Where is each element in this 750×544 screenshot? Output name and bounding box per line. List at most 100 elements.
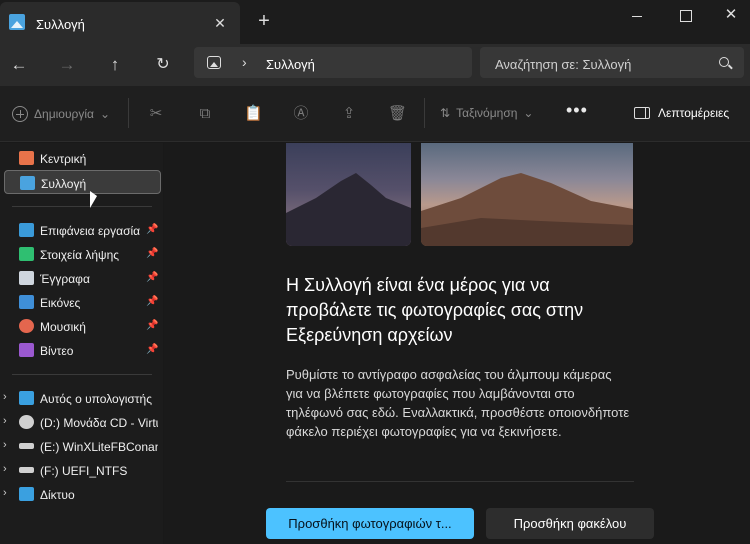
sidebar-item-drive-e[interactable]: › (E:) WinXLiteFBConan	[3, 434, 161, 458]
gallery-empty-state: Η Συλλογή είναι ένα μέρος για να προβάλε…	[164, 143, 750, 544]
sample-photo-night-mountain	[286, 143, 411, 246]
sidebar-item-drive-f[interactable]: › (F:) UEFI_NTFS	[3, 458, 161, 482]
sort-icon: ⇅	[440, 106, 451, 120]
gallery-location-icon	[207, 56, 221, 69]
command-bar: Δημιουργία ⌄ ✂ ⧉ 📋 Ⓐ ⇪ 🗑 ⇅ Ταξινόμηση ⌄ …	[0, 86, 750, 142]
more-options-button[interactable]: •••	[566, 100, 588, 121]
tab-gallery[interactable]: Συλλογή ✕	[0, 2, 240, 44]
sidebar-item-pictures[interactable]: Εικόνες 📌	[4, 290, 161, 314]
title-bar: Συλλογή ✕ + ✕	[0, 0, 750, 44]
back-button[interactable]: ←	[6, 52, 32, 78]
cd-drive-icon	[19, 415, 34, 429]
navigation-pane: Κεντρική Συλλογή Επιφάνεια εργασίας 📌 Στ…	[0, 143, 163, 544]
gallery-icon	[20, 176, 35, 190]
sidebar-item-label: Αυτός ο υπολογιστής	[40, 392, 152, 406]
paste-icon[interactable]: 📋	[244, 105, 263, 123]
desktop-icon	[19, 223, 34, 237]
video-icon	[19, 343, 34, 357]
sidebar-item-downloads[interactable]: Στοιχεία λήψης 📌	[4, 242, 161, 266]
drive-icon	[19, 443, 34, 449]
sidebar-divider	[12, 374, 152, 375]
sidebar-item-network[interactable]: › Δίκτυο	[3, 482, 161, 506]
search-placeholder: Αναζήτηση σε: Συλλογή	[495, 57, 632, 72]
content-divider	[286, 481, 634, 482]
sidebar-item-label: Εικόνες	[40, 296, 81, 310]
toolbar-divider	[424, 98, 425, 128]
empty-state-description: Ρυθμίστε το αντίγραφο ασφαλείας του άλμπ…	[286, 367, 630, 439]
drive-icon	[19, 467, 34, 473]
mouse-cursor	[90, 191, 97, 208]
home-icon	[19, 151, 34, 165]
music-icon	[19, 319, 34, 333]
pin-icon[interactable]: 📌	[146, 224, 158, 235]
pin-icon[interactable]: 📌	[146, 248, 158, 259]
expand-chevron-icon[interactable]: ›	[3, 415, 7, 427]
sidebar-item-music[interactable]: Μουσική 📌	[4, 314, 161, 338]
sidebar-item-desktop[interactable]: Επιφάνεια εργασίας 📌	[4, 218, 161, 242]
delete-icon[interactable]: 🗑	[388, 105, 407, 123]
computer-icon	[19, 391, 34, 405]
maximize-button[interactable]	[662, 2, 708, 30]
sort-button[interactable]: ⇅ Ταξινόμηση ⌄	[440, 106, 533, 120]
network-icon	[19, 487, 34, 501]
cut-icon[interactable]: ✂	[147, 105, 165, 123]
download-icon	[19, 247, 34, 261]
details-pane-icon	[634, 107, 650, 119]
sidebar-item-label: Κεντρική	[40, 152, 87, 166]
sidebar-item-videos[interactable]: Βίντεο 📌	[4, 338, 161, 362]
sidebar-item-label: Επιφάνεια εργασίας	[40, 224, 140, 238]
pin-icon[interactable]: 📌	[146, 296, 158, 307]
mountain-silhouette	[286, 173, 411, 246]
chevron-right-icon[interactable]: ›	[242, 54, 247, 70]
sidebar-item-label: Μουσική	[40, 320, 86, 334]
details-label: Λεπτομέρειες	[658, 106, 730, 120]
sidebar-item-gallery[interactable]: Συλλογή	[4, 170, 161, 194]
sidebar-item-home[interactable]: Κεντρική	[4, 146, 161, 170]
sidebar-item-drive-d[interactable]: › (D:) Μονάδα CD - Virtu	[3, 410, 161, 434]
new-tab-button[interactable]: +	[254, 11, 274, 32]
pictures-icon	[19, 295, 34, 309]
sidebar-item-label: (E:) WinXLiteFBConan	[40, 440, 158, 454]
sample-photo-desert-mountain	[421, 143, 633, 246]
expand-chevron-icon[interactable]: ›	[3, 487, 7, 499]
sidebar-item-label: Έγγραφα	[40, 272, 90, 286]
sidebar-item-documents[interactable]: Έγγραφα 📌	[4, 266, 161, 290]
rename-icon[interactable]: Ⓐ	[292, 105, 310, 123]
close-window-button[interactable]: ✕	[708, 2, 750, 30]
expand-chevron-icon[interactable]: ›	[3, 463, 7, 475]
address-bar[interactable]: › Συλλογή	[194, 47, 472, 78]
details-button[interactable]: Λεπτομέρειες	[634, 106, 729, 120]
chevron-down-icon: ⌄	[523, 106, 534, 120]
sidebar-divider	[12, 206, 152, 207]
gallery-icon	[9, 14, 25, 30]
empty-state-headline: Η Συλλογή είναι ένα μέρος για να προβάλε…	[286, 275, 584, 345]
forward-button[interactable]: →	[54, 52, 80, 78]
documents-icon	[19, 271, 34, 285]
new-button[interactable]: Δημιουργία ⌄	[12, 106, 110, 122]
sidebar-item-this-pc[interactable]: › Αυτός ο υπολογιστής	[3, 386, 161, 410]
refresh-button[interactable]: ↻	[150, 52, 176, 78]
pin-icon[interactable]: 📌	[146, 344, 158, 355]
breadcrumb[interactable]: Συλλογή	[266, 57, 315, 72]
add-folder-button[interactable]: Προσθήκη φακέλου	[486, 508, 654, 539]
sidebar-item-label: (F:) UEFI_NTFS	[40, 464, 128, 478]
expand-chevron-icon[interactable]: ›	[3, 391, 7, 403]
tab-title: Συλλογή	[36, 17, 85, 32]
sort-label: Ταξινόμηση	[456, 106, 518, 120]
mountain-landscape	[421, 173, 633, 246]
pin-icon[interactable]: 📌	[146, 320, 158, 331]
sidebar-item-label: (D:) Μονάδα CD - Virtu	[40, 416, 158, 430]
minimize-button[interactable]	[614, 2, 660, 30]
expand-chevron-icon[interactable]: ›	[3, 439, 7, 451]
copy-icon[interactable]: ⧉	[196, 105, 214, 123]
up-button[interactable]: ↑	[102, 52, 128, 78]
search-input[interactable]: Αναζήτηση σε: Συλλογή	[480, 47, 744, 78]
share-icon[interactable]: ⇪	[340, 105, 358, 123]
sidebar-item-label: Στοιχεία λήψης	[40, 248, 120, 262]
pin-icon[interactable]: 📌	[146, 272, 158, 283]
search-icon[interactable]	[719, 57, 729, 67]
navigation-bar: ← → ↑ ↻ › Συλλογή Αναζήτηση σε: Συλλογή	[0, 44, 750, 86]
add-phone-photos-button[interactable]: Προσθήκη φωτογραφιών τ...	[266, 508, 474, 539]
close-tab-button[interactable]: ✕	[210, 13, 230, 33]
toolbar-divider	[128, 98, 129, 128]
